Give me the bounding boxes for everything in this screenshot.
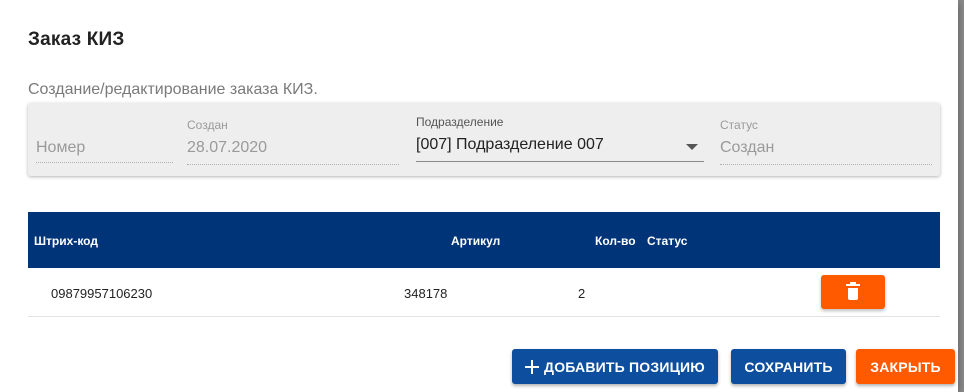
status-value: Создан bbox=[720, 139, 775, 156]
number-field[interactable]: Номер bbox=[28, 103, 173, 163]
save-button[interactable]: СОХРАНИТЬ bbox=[731, 349, 846, 384]
column-header-barcode[interactable]: Штрих-код bbox=[34, 234, 98, 248]
column-header-status[interactable]: Статус bbox=[647, 234, 687, 248]
caret-down-icon[interactable] bbox=[686, 144, 698, 150]
add-position-button[interactable]: ДОБАВИТЬ ПОЗИЦИЮ bbox=[512, 349, 718, 384]
plus-icon bbox=[525, 359, 540, 374]
created-underline bbox=[187, 164, 399, 165]
division-underline bbox=[416, 161, 704, 162]
status-underline bbox=[720, 164, 932, 165]
table-row[interactable]: 09879957106230 348178 2 bbox=[28, 268, 940, 317]
created-label: Создан bbox=[187, 118, 228, 132]
division-value: [007] Подразделение 007 bbox=[416, 136, 604, 153]
positions-table: Штрих-код Артикул Кол-во Статус 09879957… bbox=[28, 212, 940, 317]
division-label: Подразделение bbox=[416, 115, 504, 129]
order-dialog: Заказ КИЗ Создание/редактирование заказа… bbox=[0, 0, 958, 392]
close-label: ЗАКРЫТЬ bbox=[870, 358, 941, 375]
close-button[interactable]: ЗАКРЫТЬ bbox=[856, 349, 955, 384]
dialog-subtitle: Создание/редактирование заказа КИЗ. bbox=[28, 81, 318, 98]
delete-row-button[interactable] bbox=[821, 275, 885, 309]
cell-barcode: 09879957106230 bbox=[51, 286, 153, 301]
created-value: 28.07.2020 bbox=[187, 139, 268, 156]
number-placeholder: Номер bbox=[36, 139, 86, 156]
table-header: Штрих-код Артикул Кол-во Статус bbox=[28, 212, 940, 268]
cell-article: 348178 bbox=[404, 286, 448, 301]
column-header-qty[interactable]: Кол-во bbox=[595, 234, 636, 248]
add-position-label: ДОБАВИТЬ ПОЗИЦИЮ bbox=[544, 358, 705, 375]
status-label: Статус bbox=[720, 118, 758, 132]
cell-qty: 2 bbox=[578, 286, 586, 301]
trash-icon bbox=[846, 282, 860, 301]
dialog-title: Заказ КИЗ bbox=[28, 29, 125, 50]
column-header-article[interactable]: Артикул bbox=[451, 234, 500, 248]
order-form: Номер Создан 28.07.2020 Подразделение [0… bbox=[28, 103, 940, 176]
number-underline bbox=[36, 162, 173, 163]
save-label: СОХРАНИТЬ bbox=[744, 358, 833, 375]
